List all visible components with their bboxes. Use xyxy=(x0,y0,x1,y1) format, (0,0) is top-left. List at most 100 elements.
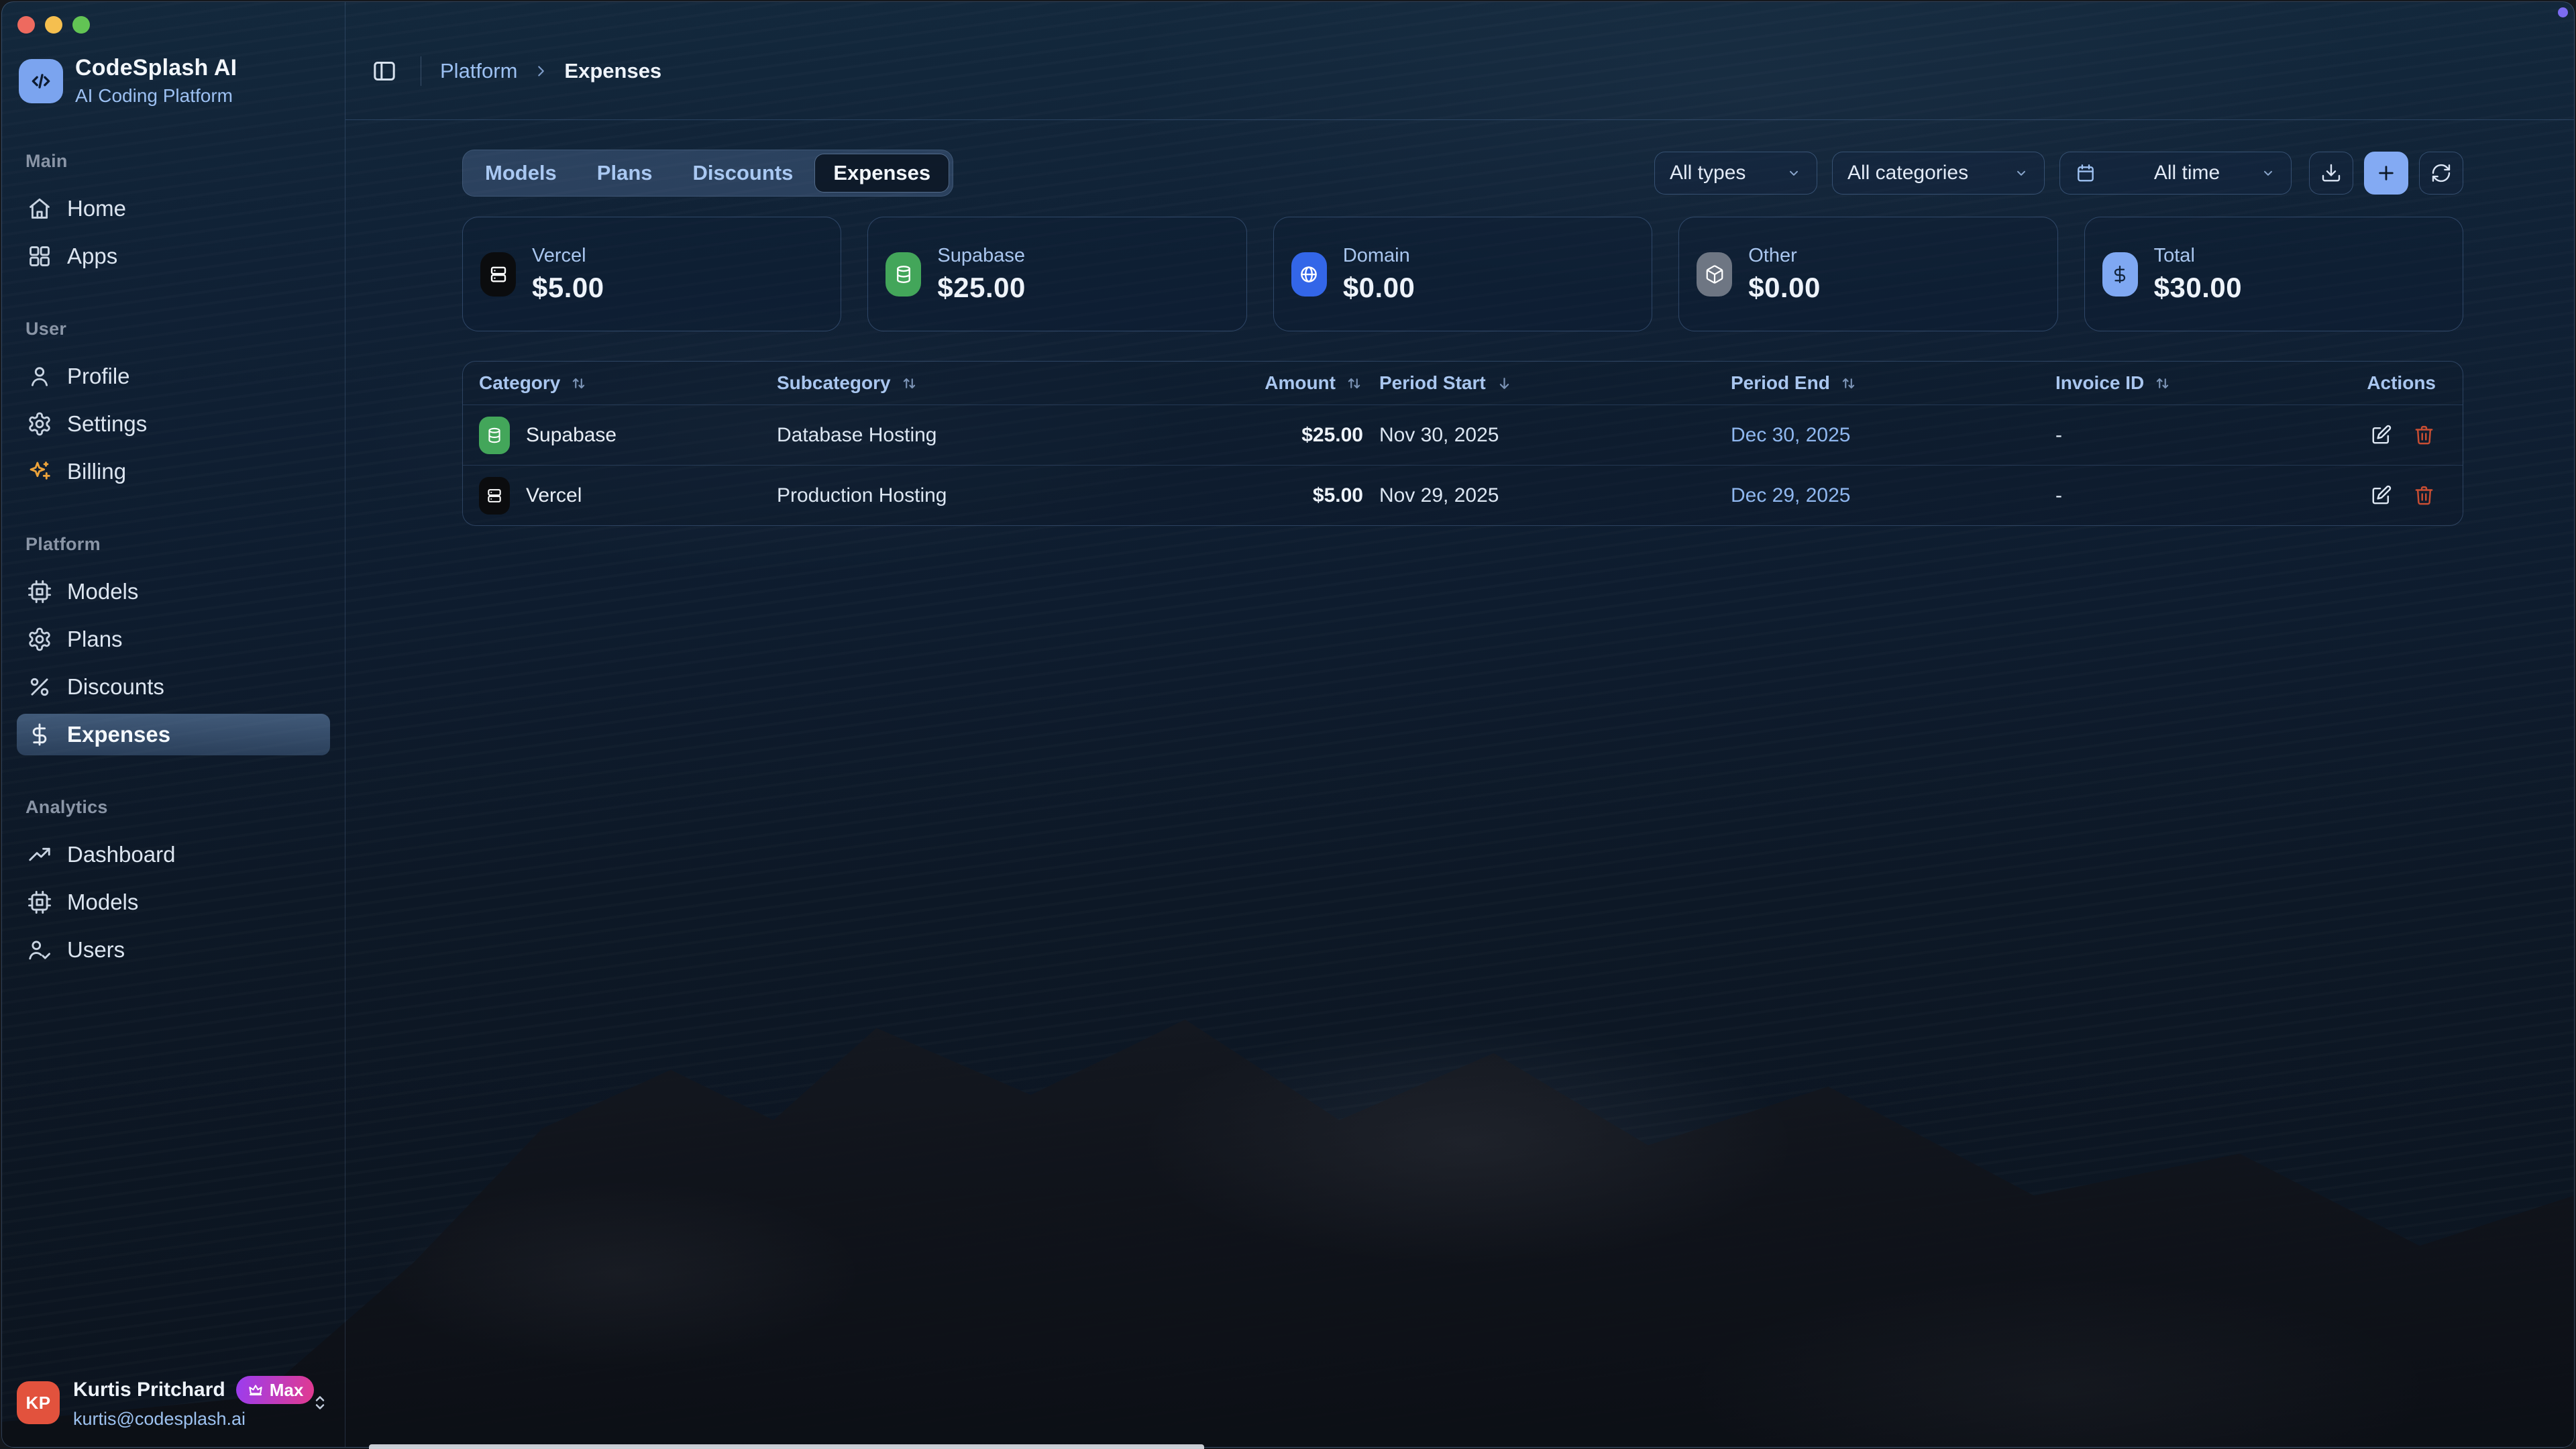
sidebar-item-profile[interactable]: Profile xyxy=(17,356,330,397)
export-button[interactable] xyxy=(2309,152,2353,195)
col-amount[interactable]: Amount xyxy=(1265,372,1363,394)
card-total: Total $30.00 xyxy=(2084,217,2463,331)
sidebar-item-home[interactable]: Home xyxy=(17,188,330,229)
cell-subcategory: Production Hosting xyxy=(777,484,1132,507)
user-check-icon xyxy=(27,937,52,963)
app-window: CodeSplash AI AI Coding Platform Main xyxy=(1,1,2575,1448)
sidebar-item-expenses[interactable]: Expenses xyxy=(17,714,330,755)
sidebar-item-models[interactable]: Models xyxy=(17,571,330,612)
sort-icon xyxy=(570,374,588,392)
sort-icon xyxy=(1345,374,1363,392)
edit-button[interactable] xyxy=(2369,484,2393,508)
app-tagline: AI Coding Platform xyxy=(75,85,237,107)
tab-plans[interactable]: Plans xyxy=(578,154,672,193)
edit-icon xyxy=(2370,424,2392,446)
user-name: Kurtis Pritchard xyxy=(73,1379,225,1401)
col-category[interactable]: Category xyxy=(479,372,761,394)
main-area: Platform Expenses Models xyxy=(345,2,2574,1447)
delete-button[interactable] xyxy=(2412,484,2436,508)
table-row: Supabase Database Hosting $25.00 Nov 30,… xyxy=(463,405,2463,465)
close-button[interactable] xyxy=(17,16,35,34)
globe-icon xyxy=(1291,252,1327,297)
tab-group: Models Plans Discounts xyxy=(462,150,953,197)
card-supabase: Supabase $25.00 xyxy=(867,217,1246,331)
app-logo xyxy=(19,59,63,103)
card-domain: Domain $0.00 xyxy=(1273,217,1652,331)
gear-icon xyxy=(27,411,52,437)
filter-bar: All types All categories All time xyxy=(1654,152,2463,195)
sidebar-item-discounts[interactable]: Discounts xyxy=(17,666,330,708)
chevron-down-icon xyxy=(1786,165,1802,181)
sidebar-item-label: Discounts xyxy=(67,674,164,700)
window-controls xyxy=(17,2,330,34)
server-icon xyxy=(479,477,510,515)
cpu-icon xyxy=(27,579,52,604)
sidebar-toggle-button[interactable] xyxy=(367,54,402,89)
code-icon xyxy=(28,68,54,95)
cell-amount: $5.00 xyxy=(1313,484,1363,507)
sidebar-nav: Main Home Ap xyxy=(17,151,330,971)
cell-period-end: Dec 30, 2025 xyxy=(1731,424,2039,447)
app-title: CodeSplash AI xyxy=(75,55,237,81)
summary-cards: Vercel $5.00 Supabase $25.00 xyxy=(462,217,2463,331)
plan-badge: Max xyxy=(236,1376,315,1404)
add-expense-button[interactable] xyxy=(2364,152,2408,195)
chevron-down-icon xyxy=(2013,165,2029,181)
col-period-end[interactable]: Period End xyxy=(1731,372,2039,394)
nav-section-label: Analytics xyxy=(17,797,330,818)
trending-up-icon xyxy=(27,842,52,867)
col-subcategory[interactable]: Subcategory xyxy=(777,372,1132,394)
zoom-button[interactable] xyxy=(72,16,90,34)
edit-button[interactable] xyxy=(2369,423,2393,447)
minimize-button[interactable] xyxy=(45,16,62,34)
tab-discounts[interactable]: Discounts xyxy=(674,154,812,193)
chevron-down-icon xyxy=(2260,165,2276,181)
action-buttons xyxy=(2309,152,2463,195)
type-filter-select[interactable]: All types xyxy=(1654,152,1817,195)
desktop: CodeSplash AI AI Coding Platform Main xyxy=(0,0,2576,1449)
server-icon xyxy=(480,252,516,297)
nav-section-label: User xyxy=(17,319,330,339)
sidebar-item-plans[interactable]: Plans xyxy=(17,619,330,660)
cell-invoice-id: - xyxy=(2055,484,2337,507)
sidebar-item-label: Models xyxy=(67,579,138,604)
apps-icon xyxy=(27,244,52,269)
card-other: Other $0.00 xyxy=(1678,217,2057,331)
delete-button[interactable] xyxy=(2412,423,2436,447)
breadcrumb-platform[interactable]: Platform xyxy=(440,59,517,83)
sidebar-item-dashboard[interactable]: Dashboard xyxy=(17,834,330,875)
sidebar-item-settings[interactable]: Settings xyxy=(17,403,330,445)
dock-strip xyxy=(369,1444,1204,1449)
sidebar-item-users[interactable]: Users xyxy=(17,929,330,971)
cell-invoice-id: - xyxy=(2055,424,2337,447)
cell-period-start: Nov 30, 2025 xyxy=(1379,424,1715,447)
sidebar-item-label: Dashboard xyxy=(67,842,175,867)
col-actions[interactable]: Actions xyxy=(2367,372,2436,394)
nav-section-label: Main xyxy=(17,151,330,172)
sort-icon xyxy=(1839,374,1858,392)
col-period-start[interactable]: Period Start xyxy=(1379,372,1715,394)
edit-icon xyxy=(2370,484,2392,506)
expenses-table: Category Subcategory Amount xyxy=(462,361,2463,526)
sidebar-item-billing[interactable]: Billing xyxy=(17,451,330,492)
trash-icon xyxy=(2413,424,2435,446)
dollar-icon xyxy=(27,722,52,747)
sidebar-item-label: Users xyxy=(67,937,125,963)
category-filter-select[interactable]: All categories xyxy=(1832,152,2045,195)
home-icon xyxy=(27,196,52,221)
cell-amount: $25.00 xyxy=(1301,424,1363,447)
gear-icon xyxy=(27,627,52,652)
avatar: KP xyxy=(17,1381,60,1424)
refresh-button[interactable] xyxy=(2419,152,2463,195)
percent-icon xyxy=(27,674,52,700)
tab-models[interactable]: Models xyxy=(466,154,576,193)
sidebar-item-models[interactable]: Models xyxy=(17,881,330,923)
sidebar-item-apps[interactable]: Apps xyxy=(17,235,330,277)
sort-icon xyxy=(2153,374,2171,392)
time-filter-select[interactable]: All time xyxy=(2059,152,2292,195)
user-menu[interactable]: KP Kurtis Pritchard Max kurtis@codesplas… xyxy=(17,1376,330,1430)
tab-expenses[interactable]: Expenses xyxy=(814,154,949,193)
sidebar: CodeSplash AI AI Coding Platform Main xyxy=(2,2,345,1447)
chevrons-up-down-icon[interactable] xyxy=(310,1393,330,1413)
col-invoice-id[interactable]: Invoice ID xyxy=(2055,372,2337,394)
